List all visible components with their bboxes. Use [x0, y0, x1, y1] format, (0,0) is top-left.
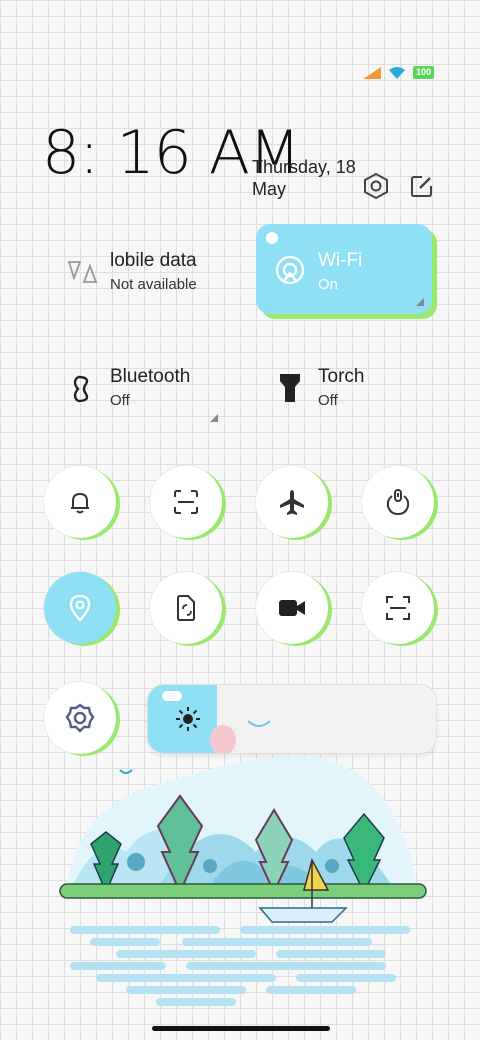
mobile-data-label: lobile data — [110, 250, 197, 271]
slider-highlight — [162, 691, 182, 701]
screen-share-toggle[interactable] — [150, 572, 222, 644]
date: Thursday, 18 May — [252, 157, 356, 199]
smile-icon — [247, 720, 271, 727]
expand-corner-icon — [416, 298, 424, 306]
torch-label: Torch — [318, 366, 365, 387]
gear-icon — [65, 703, 95, 733]
wifi-icon — [388, 66, 405, 79]
scan-icon — [174, 490, 198, 514]
edit-icon[interactable] — [408, 172, 436, 200]
landscape-illustration — [59, 755, 427, 1006]
bluetooth-icon — [73, 375, 89, 403]
video-camera-icon — [279, 600, 305, 616]
mobile-data-status: Not available — [110, 276, 197, 293]
phone-rotate-icon — [177, 595, 195, 621]
scanner-icon — [386, 596, 410, 620]
lock-toggle[interactable] — [362, 466, 434, 538]
airplane-toggle[interactable] — [256, 466, 328, 538]
screenshot-toggle[interactable] — [150, 466, 222, 538]
mobile-data-icon — [67, 261, 98, 283]
wifi-tile-indicator — [266, 232, 278, 244]
brightness-icon — [176, 707, 200, 731]
lock-icon — [386, 489, 410, 516]
home-indicator[interactable] — [152, 1026, 330, 1031]
bluetooth-label: Bluetooth — [110, 366, 191, 387]
expand-corner-icon — [210, 414, 218, 422]
status-bar: 100 — [362, 66, 434, 79]
settings-icon[interactable] — [362, 172, 390, 200]
ringer-toggle[interactable] — [44, 466, 116, 538]
location-toggle[interactable] — [44, 572, 116, 644]
torch-tile[interactable]: Torch Off — [278, 364, 428, 424]
bluetooth-tile[interactable]: Bluetooth Off — [70, 364, 230, 424]
wifi-hotspot-icon — [275, 255, 305, 285]
torch-icon — [280, 374, 300, 402]
torch-status: Off — [318, 392, 338, 409]
wifi-label: Wi-Fi — [318, 250, 363, 271]
wifi-tile[interactable]: Wi-Fi On — [256, 224, 432, 314]
location-icon — [69, 594, 91, 622]
battery-icon: 100 — [412, 66, 434, 79]
signal-icon — [362, 66, 381, 79]
airplane-icon — [280, 490, 304, 515]
bluetooth-status: Off — [110, 392, 130, 409]
wifi-status: On — [318, 276, 339, 293]
scanner-toggle[interactable] — [362, 572, 434, 644]
bell-icon — [71, 492, 89, 514]
screen-record-toggle[interactable] — [256, 572, 328, 644]
mobile-data-tile[interactable]: lobile data Not available — [66, 248, 236, 308]
